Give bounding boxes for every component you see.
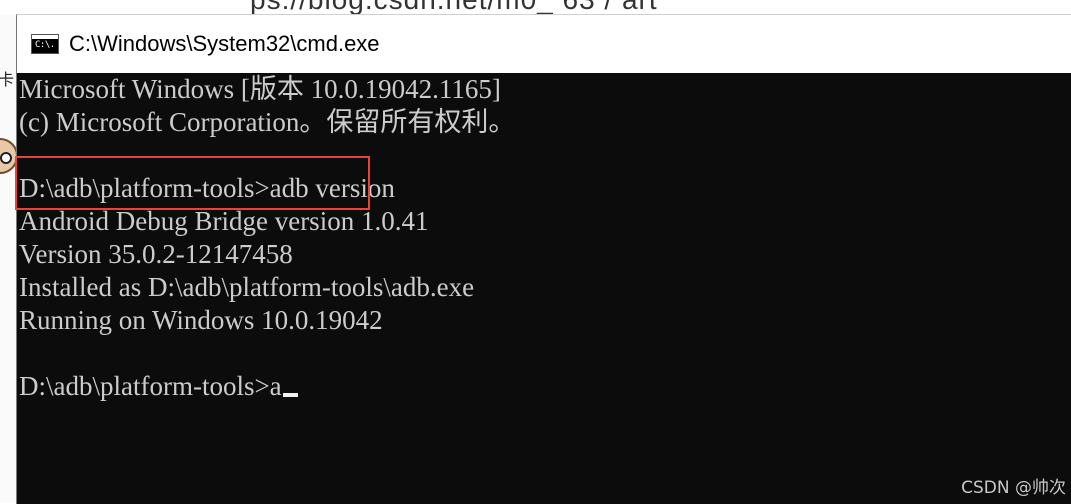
cmd-window[interactable]: C:\. C:\Windows\System32\cmd.exe Microso… (15, 14, 1071, 504)
console-line: Running on Windows 10.0.19042 (19, 305, 383, 335)
console-output[interactable]: Microsoft Windows [版本 10.0.19042.1165] (… (15, 73, 1071, 504)
background-url-text: ps://blog.csdn.net/m0_ 63 / art (250, 0, 658, 14)
watermark: CSDN @帅次 (961, 478, 1066, 498)
title-bar[interactable]: C:\. C:\Windows\System32\cmd.exe (17, 15, 1071, 73)
console-prompt-line[interactable]: D:\adb\platform-tools>a (19, 370, 298, 403)
cmd-app-icon-label: C:\. (35, 40, 55, 50)
console-prompt-text: D:\adb\platform-tools>a (19, 371, 282, 401)
text-cursor (282, 393, 298, 397)
window-title: C:\Windows\System32\cmd.exe (69, 31, 380, 56)
background-left-char: 卡 (0, 70, 15, 89)
background-avatar-icon (0, 138, 16, 174)
console-line: Installed as D:\adb\platform-tools\adb.e… (19, 272, 475, 302)
prompt-highlight-box (15, 156, 370, 210)
cmd-app-icon[interactable]: C:\. (31, 34, 59, 54)
console-line: Microsoft Windows [版本 10.0.19042.1165] (19, 74, 501, 104)
console-line: (c) Microsoft Corporation。保留所有权利。 (19, 107, 516, 137)
background-url-bar: ps://blog.csdn.net/m0_ 63 / art (0, 0, 1071, 14)
background-left-strip: 卡 (0, 14, 16, 503)
console-line: Version 35.0.2-12147458 (19, 239, 293, 269)
